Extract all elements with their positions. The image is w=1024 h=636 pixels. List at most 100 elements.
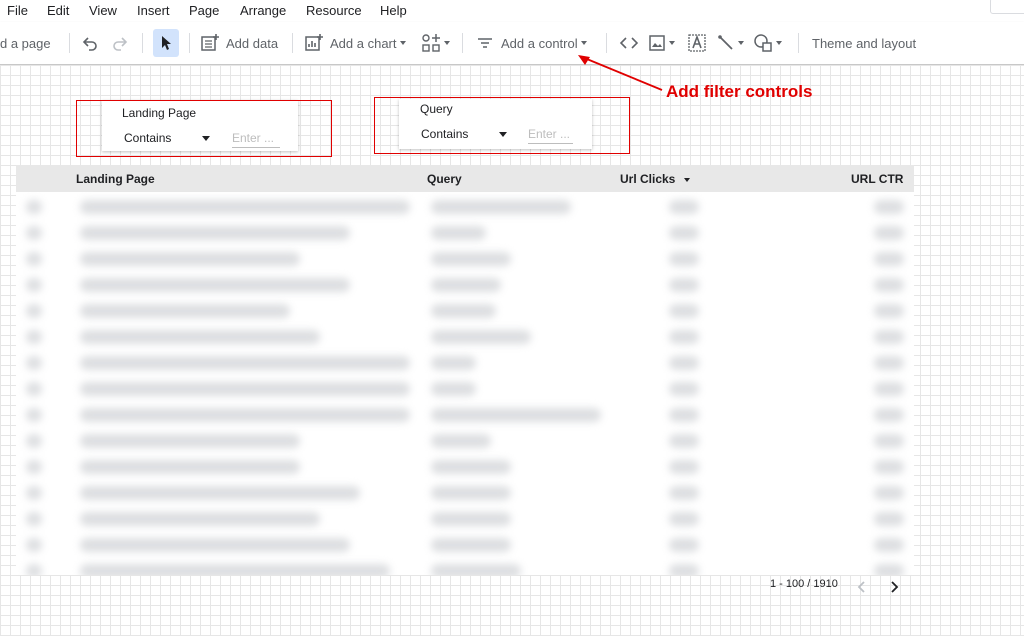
table-row[interactable]	[16, 533, 914, 559]
menu-page[interactable]: Page	[189, 3, 219, 18]
table-row[interactable]	[16, 351, 914, 377]
table-row[interactable]	[16, 429, 914, 455]
redacted-cell	[26, 304, 42, 318]
redacted-cell	[431, 226, 486, 240]
redacted-cell	[874, 434, 904, 448]
chevron-down-icon	[580, 41, 587, 45]
redacted-cell	[80, 330, 320, 344]
menu-view[interactable]: View	[89, 3, 117, 18]
line-icon	[717, 34, 735, 52]
redacted-cell	[874, 512, 904, 526]
prev-page-button[interactable]	[855, 580, 869, 599]
line-button[interactable]	[717, 22, 744, 64]
menu-help[interactable]: Help	[380, 3, 407, 18]
text-button[interactable]	[687, 22, 707, 64]
table-row[interactable]	[16, 195, 914, 221]
shape-button[interactable]	[753, 22, 782, 64]
menu-edit[interactable]: Edit	[47, 3, 69, 18]
column-header-url-clicks[interactable]: Url Clicks	[620, 172, 690, 186]
menu-insert[interactable]: Insert	[137, 3, 170, 18]
redacted-cell	[80, 226, 350, 240]
add-page-button[interactable]: d a page	[0, 22, 51, 64]
add-chart-button[interactable]: Add a chart	[304, 22, 406, 64]
text-box-icon	[687, 33, 707, 53]
redacted-cell	[431, 486, 511, 500]
redacted-cell	[26, 460, 42, 474]
table-row[interactable]	[16, 247, 914, 273]
redacted-cell	[669, 486, 699, 500]
annotation-arrow-icon	[578, 55, 663, 91]
redacted-cell	[669, 538, 699, 552]
redacted-cell	[26, 538, 42, 552]
column-header-url-ctr[interactable]: URL CTR	[851, 172, 903, 186]
add-component-button[interactable]	[421, 22, 450, 64]
table-row[interactable]	[16, 221, 914, 247]
component-shapes-icon	[421, 33, 441, 53]
redacted-cell	[431, 408, 601, 422]
redacted-cell	[80, 564, 390, 575]
table-row[interactable]	[16, 273, 914, 299]
table-row[interactable]	[16, 325, 914, 351]
redacted-cell	[26, 200, 42, 214]
top-right-button[interactable]	[990, 0, 1024, 14]
redacted-cell	[431, 512, 511, 526]
redacted-cell	[669, 252, 699, 266]
undo-icon	[81, 34, 99, 52]
redacted-cell	[669, 434, 699, 448]
highlight-box	[374, 97, 630, 154]
redo-icon	[111, 34, 129, 52]
redacted-cell	[26, 278, 42, 292]
redacted-cell	[80, 538, 350, 552]
redacted-cell	[26, 330, 42, 344]
redacted-cell	[80, 434, 300, 448]
table-row[interactable]	[16, 559, 914, 575]
chevron-down-icon	[669, 41, 675, 45]
redacted-cell	[26, 382, 42, 396]
chevron-down-icon	[776, 41, 782, 45]
data-table: Landing Page Query Url Clicks URL CTR	[16, 165, 914, 575]
undo-button[interactable]	[81, 22, 99, 64]
chevron-down-icon	[399, 41, 406, 45]
filter-lines-icon	[476, 34, 494, 52]
redacted-cell	[26, 434, 42, 448]
redacted-cell	[26, 486, 42, 500]
column-header-landing-page[interactable]: Landing Page	[76, 172, 155, 186]
redacted-cell	[669, 356, 699, 370]
redacted-cell	[431, 304, 496, 318]
redacted-cell	[80, 512, 320, 526]
menu-arrange[interactable]: Arrange	[240, 3, 286, 18]
annotation-label: Add filter controls	[666, 82, 813, 101]
redacted-cell	[874, 356, 904, 370]
table-row[interactable]	[16, 403, 914, 429]
redo-button[interactable]	[111, 22, 129, 64]
table-row[interactable]	[16, 481, 914, 507]
table-row[interactable]	[16, 299, 914, 325]
menu-resource[interactable]: Resource	[306, 3, 362, 18]
chevron-right-icon	[891, 581, 899, 593]
redacted-cell	[431, 538, 511, 552]
table-row[interactable]	[16, 455, 914, 481]
redacted-cell	[874, 564, 904, 575]
redacted-cell	[80, 486, 360, 500]
table-header: Landing Page Query Url Clicks URL CTR	[16, 165, 914, 192]
add-control-label: Add a control	[501, 35, 578, 51]
select-tool-button[interactable]	[153, 29, 179, 57]
redacted-cell	[80, 356, 410, 370]
redacted-cell	[80, 304, 290, 318]
theme-layout-label: Theme and layout	[812, 35, 917, 51]
menu-file[interactable]: File	[7, 3, 28, 18]
next-page-button[interactable]	[887, 580, 901, 599]
toolbar-divider	[142, 33, 143, 53]
redacted-cell	[874, 330, 904, 344]
table-row[interactable]	[16, 507, 914, 533]
redacted-cell	[874, 460, 904, 474]
redacted-cell	[26, 356, 42, 370]
redacted-cell	[431, 564, 521, 575]
redacted-cell	[80, 278, 350, 292]
shapes-icon	[753, 33, 773, 53]
column-header-query[interactable]: Query	[427, 172, 462, 186]
add-data-icon	[200, 33, 220, 53]
theme-layout-button[interactable]: Theme and layout	[812, 22, 916, 64]
add-data-button[interactable]: Add data	[200, 22, 278, 64]
table-row[interactable]	[16, 377, 914, 403]
